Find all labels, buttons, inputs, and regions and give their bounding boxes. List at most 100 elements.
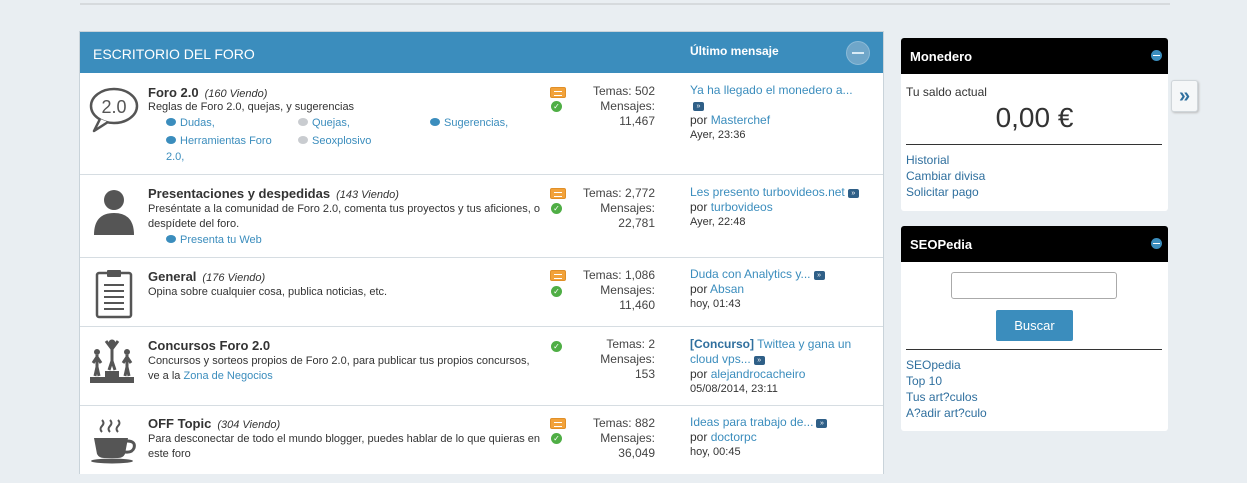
seopedia-search-input[interactable] (951, 272, 1117, 299)
seopedia-link-home[interactable]: SEOpedia (906, 357, 987, 373)
coffee-cup-icon (91, 419, 136, 464)
seopedia-link-top10[interactable]: Top 10 (906, 373, 987, 389)
last-post-time: Ayer, 22:48 (690, 216, 746, 228)
forum-link-general[interactable]: General (148, 269, 196, 284)
subforum-bubble-icon (166, 235, 176, 243)
wallet-panel: Monedero Tu saldo actual 0,00 € Historia… (901, 38, 1168, 211)
subforum-herramientas[interactable]: Herramientas Foro 2.0, (166, 133, 286, 165)
clipboard-icon (95, 270, 133, 319)
sidebar-toggle-icon[interactable]: » (1171, 80, 1198, 112)
forum-stats: Temas: 882 Mensajes: 36,049 (592, 416, 655, 460)
subforum-bubble-icon (166, 118, 176, 126)
subforum-quejas[interactable]: Quejas, (298, 115, 350, 131)
forum-title: ESCRITORIO DEL FORO (93, 46, 255, 62)
forum-description: Reglas de Foro 2.0, quejas, y sugerencia… (148, 101, 355, 113)
last-post-time: 05/08/2014, 23:11 (690, 383, 778, 395)
wallet-header: Monedero (901, 38, 1168, 74)
last-post-link[interactable]: Ya ha llegado el monedero a... (690, 83, 853, 97)
last-post: Les presento turbovideos.net» por turbov… (690, 185, 865, 230)
minimize-icon[interactable] (1151, 50, 1162, 61)
goto-post-icon[interactable]: » (693, 102, 704, 111)
last-post: Duda con Analytics y...» por Absan hoy, … (690, 267, 865, 312)
check-icon: ✓ (551, 286, 562, 297)
subforum-dudas[interactable]: Dudas, (166, 115, 215, 131)
last-post-user[interactable]: Absan (710, 282, 744, 296)
last-post-link[interactable]: Duda con Analytics y... (690, 267, 811, 281)
forum-stats: Temas: 502 Mensajes: 11,467 (592, 84, 655, 128)
balance-amount: 0,00 € (995, 102, 1074, 133)
subforum-sugerencias[interactable]: Sugerencias, (430, 115, 508, 131)
subforum-bubble-icon (430, 118, 440, 126)
forum-stats: Temas: 2 Mensajes: 153 (600, 337, 655, 381)
last-post: [Concurso] Twittea y gana un cloud vps..… (690, 337, 860, 397)
forum-row-concursos: Concursos Foro 2.0 Concursos y sorteos p… (80, 327, 883, 406)
wallet-title: Monedero (910, 49, 973, 64)
last-post-time: hoy, 01:43 (690, 298, 741, 310)
viewing-count: (160 Viendo) (204, 88, 268, 100)
last-post-time: Ayer, 23:36 (690, 129, 746, 141)
wallet-link-historial[interactable]: Historial (906, 152, 985, 168)
last-post-user[interactable]: alejandrocacheiro (711, 367, 806, 381)
minimize-icon[interactable] (1151, 238, 1162, 249)
rss-icon[interactable] (550, 188, 566, 199)
subforum-seoxplosivo[interactable]: Seoxplosivo (298, 133, 371, 149)
search-button[interactable]: Buscar (996, 310, 1073, 341)
last-post-user[interactable]: doctorpc (711, 430, 757, 444)
forum-link-concursos[interactable]: Concursos Foro 2.0 (148, 338, 270, 353)
forum-link-presentaciones[interactable]: Presentaciones y despedidas (148, 186, 330, 201)
forum-panel: ESCRITORIO DEL FORO Último mensaje 2.0 F… (79, 31, 884, 474)
goto-post-icon[interactable]: » (813, 271, 825, 280)
goto-post-icon[interactable]: » (847, 189, 859, 198)
wallet-link-cambiar-divisa[interactable]: Cambiar divisa (906, 168, 985, 184)
forum-header: ESCRITORIO DEL FORO Último mensaje (80, 32, 883, 73)
seopedia-header: SEOPedia (901, 226, 1168, 262)
check-icon: ✓ (551, 341, 562, 352)
forum-row-presentaciones: Presentaciones y despedidas (143 Viendo) … (80, 175, 883, 258)
check-icon: ✓ (551, 101, 562, 112)
last-post-user[interactable]: turbovideos (711, 200, 773, 214)
check-icon: ✓ (551, 203, 562, 214)
viewing-count: (143 Viendo) (336, 189, 399, 201)
forum-row-foro-2: 2.0 Foro 2.0 (160 Viendo) Reglas de Foro … (80, 73, 883, 175)
divider (906, 144, 1162, 145)
last-post-link[interactable]: Ideas para trabajo de... (690, 415, 813, 429)
speech-bubble-icon: 2.0 (89, 87, 139, 133)
zona-negocios-link[interactable]: Zona de Negocios (183, 370, 272, 382)
forum-row-off-topic: OFF Topic (304 Viendo) Para desconectar d… (80, 406, 883, 474)
forum-stats: Temas: 1,086 Mensajes: 11,460 (582, 268, 655, 312)
last-post: Ideas para trabajo de...» por doctorpc h… (690, 415, 865, 460)
check-icon: ✓ (551, 433, 562, 444)
svg-text:2.0: 2.0 (101, 97, 126, 117)
seopedia-title: SEOPedia (910, 237, 973, 252)
seopedia-link-tus-articulos[interactable]: Tus art?culos (906, 389, 987, 405)
collapse-icon[interactable] (846, 41, 870, 65)
subforum-bubble-icon (166, 136, 176, 144)
forum-stats: Temas: 2,772 Mensajes: 22,781 (582, 186, 655, 230)
seopedia-link-anadir-articulo[interactable]: A?adir art?culo (906, 405, 987, 421)
subforum-bubble-icon (298, 136, 308, 144)
last-post-header: Último mensaje (690, 44, 779, 58)
goto-post-icon[interactable]: » (816, 419, 828, 428)
top-divider (80, 3, 1170, 5)
forum-row-general: General (176 Viendo) Opina sobre cualquie… (80, 258, 883, 327)
forum-link-off-topic[interactable]: OFF Topic (148, 416, 211, 431)
last-post-user[interactable]: Masterchef (711, 113, 770, 127)
rss-icon[interactable] (550, 418, 566, 429)
podium-people-icon (90, 339, 134, 383)
wallet-link-solicitar-pago[interactable]: Solicitar pago (906, 184, 985, 200)
last-post-link[interactable]: Les presento turbovideos.net (690, 185, 845, 199)
last-post-time: hoy, 00:45 (690, 446, 741, 458)
rss-icon[interactable] (550, 270, 566, 281)
goto-post-icon[interactable]: » (753, 356, 765, 365)
forum-description: Para desconectar de todo el mundo blogge… (148, 433, 541, 460)
balance-label: Tu saldo actual (906, 85, 987, 99)
last-post: Ya ha llegado el monedero a...» por Mast… (690, 83, 865, 143)
viewing-count: (176 Viendo) (202, 272, 266, 284)
rss-icon[interactable] (550, 87, 566, 98)
forum-description: Opina sobre cualquier cosa, publica noti… (148, 286, 388, 298)
subforum-presenta-tu-web[interactable]: Presenta tu Web (166, 232, 262, 248)
forum-description: Concursos y sorteos propios de Foro 2.0,… (148, 355, 530, 382)
forum-description: Preséntate a la comunidad de Foro 2.0, c… (148, 203, 540, 230)
forum-link-foro-2[interactable]: Foro 2.0 (148, 85, 199, 100)
viewing-count: (304 Viendo) (217, 419, 281, 431)
